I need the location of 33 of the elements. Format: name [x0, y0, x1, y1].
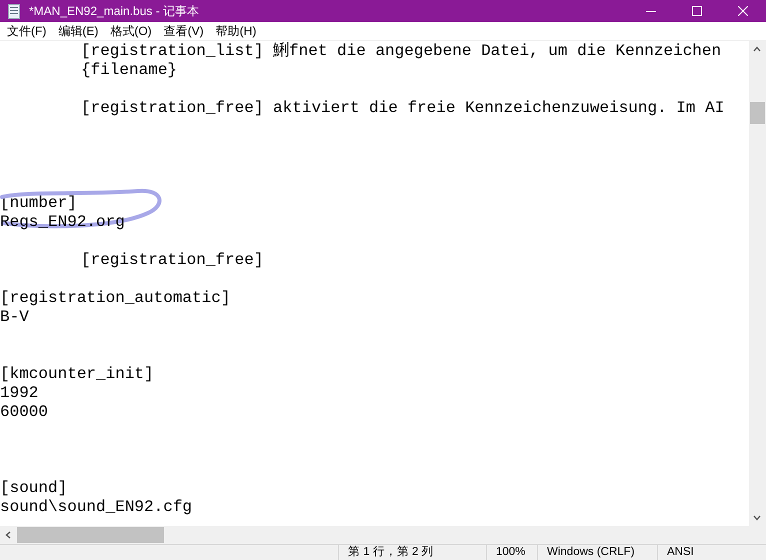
text-line: [registration_automatic]: [0, 289, 230, 307]
text-line: [registration_list] 鯏fnet die angegebene Datei, um die Kennzeichen: [81, 42, 722, 60]
status-text: 第 1 行，第 2 列: [338, 545, 486, 560]
text-line: Regs_EN92.org: [0, 213, 125, 231]
text-line: B-V: [0, 308, 29, 326]
scrollbar-thumb[interactable]: [750, 102, 765, 124]
menu-item[interactable]: 格式(O): [104, 22, 158, 40]
vertical-scrollbar[interactable]: [749, 41, 766, 526]
scroll-up-icon[interactable]: [753, 46, 761, 52]
scrollbar-thumb[interactable]: [17, 527, 164, 543]
scroll-left-icon[interactable]: [5, 531, 11, 539]
menu-item[interactable]: 帮助(H): [210, 22, 262, 40]
text-line: {filename}: [81, 61, 178, 79]
scroll-down-icon[interactable]: [753, 515, 761, 521]
text-line: [sound]: [0, 479, 68, 497]
window-title: *MAN_EN92_main.bus - 记事本: [29, 3, 200, 20]
text-line: 60000: [0, 403, 48, 421]
status-text: ANSI: [657, 545, 747, 560]
menu-item[interactable]: 编辑(E): [52, 22, 104, 40]
notepad-icon: [8, 4, 20, 18]
menu-item[interactable]: 文件(F): [1, 22, 52, 40]
text-line: sound\sound_EN92.cfg: [0, 498, 192, 516]
text-line: [number]: [0, 194, 77, 212]
text-line: 1992: [0, 384, 38, 402]
maximize-icon: [692, 6, 702, 16]
close-icon: [738, 6, 748, 16]
status-text: Windows (CRLF): [537, 545, 657, 560]
text-line: [kmcounter_init]: [0, 365, 154, 383]
horizontal-scrollbar[interactable]: [0, 526, 749, 544]
text-line: [registration_free]: [81, 251, 264, 269]
text-line: [registration_free] aktiviert die freie Kennzeichenzuweisung. Im AI: [81, 99, 724, 117]
status-text: 100%: [486, 545, 537, 560]
menu-item[interactable]: 查看(V): [158, 22, 210, 40]
